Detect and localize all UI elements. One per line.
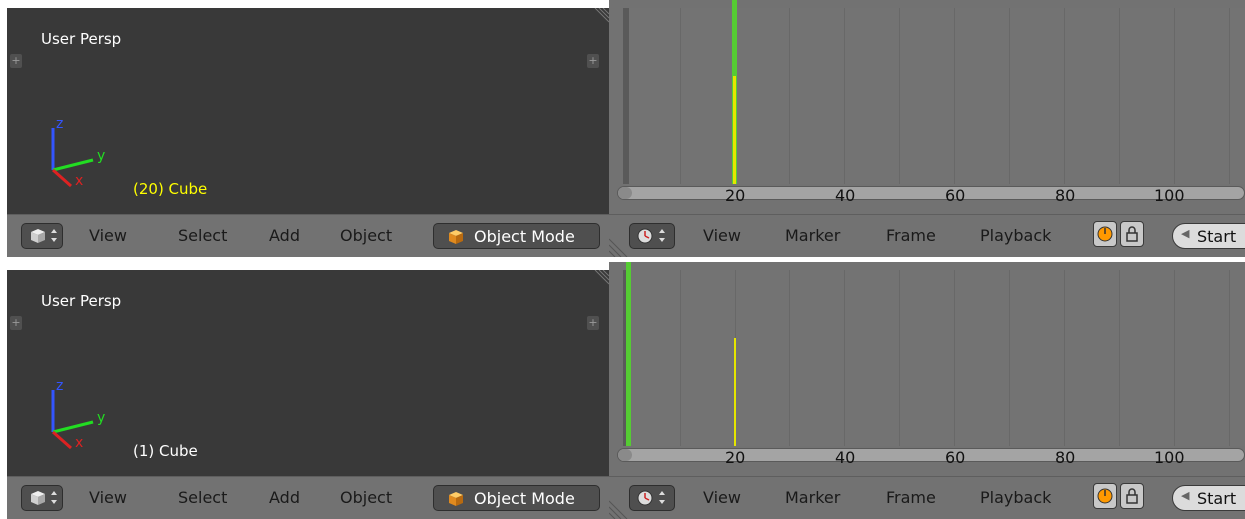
tick-label: 100 (1154, 448, 1185, 467)
timeline-menu-marker[interactable]: Marker (785, 488, 840, 507)
area-join-handle[interactable] (609, 235, 631, 257)
area-split-handle[interactable] (591, 270, 609, 288)
decrement-arrow-icon[interactable]: ◀ (1181, 489, 1189, 502)
start-frame-field[interactable]: ◀ Start (1172, 223, 1245, 249)
tick-label: 80 (1055, 186, 1076, 205)
lock-icon (1126, 488, 1138, 504)
object-mode-dropdown[interactable]: Object Mode (433, 485, 600, 511)
menu-add[interactable]: Add (269, 226, 300, 245)
timeline-editor-type-button[interactable] (629, 223, 675, 249)
clock-icon (637, 228, 665, 244)
autokey-toggle[interactable] (1093, 483, 1117, 509)
keyframe-marker (734, 338, 736, 446)
timeline-header: View Marker Frame Playback ◀ Start (609, 476, 1245, 519)
viewport-header: View Select Add Object Object Mode (7, 214, 609, 257)
timeline-area[interactable] (623, 262, 1245, 446)
menu-select[interactable]: Select (178, 226, 227, 245)
autokey-toggle[interactable] (1093, 221, 1117, 247)
timeline-editor[interactable]: 20 40 60 80 100 View Marker Frame Playba… (609, 262, 1245, 519)
object-mode-label: Object Mode (474, 489, 575, 508)
menu-view[interactable]: View (89, 488, 127, 507)
area-join-handle[interactable] (609, 497, 631, 519)
tool-shelf-expand-button[interactable]: + (10, 316, 22, 330)
timeline-menu-view[interactable]: View (703, 226, 741, 245)
active-object-label: (20) Cube (133, 180, 208, 198)
timeline-menu-playback[interactable]: Playback (980, 226, 1051, 245)
start-frame-label: Start (1197, 227, 1237, 246)
axis-z-label: z (56, 378, 63, 394)
keyframe-marker (733, 76, 736, 184)
view-perspective-label: User Persp (41, 292, 122, 310)
axis-gizmo-icon: z y x (51, 116, 105, 189)
record-clock-icon (1097, 226, 1113, 242)
record-clock-icon (1097, 488, 1113, 504)
tick-label: 40 (835, 186, 856, 205)
axis-z-label: z (56, 116, 63, 132)
menu-object[interactable]: Object (340, 488, 392, 507)
object-cube-icon (449, 230, 463, 244)
timeline-menu-frame[interactable]: Frame (886, 488, 936, 507)
timeline-menu-view[interactable]: View (703, 488, 741, 507)
timeline-scrollbar[interactable] (617, 448, 1245, 462)
active-object-label: (1) Cube (133, 442, 198, 460)
tick-label: 20 (725, 186, 746, 205)
view-perspective-label: User Persp (41, 30, 122, 48)
axis-x-label: x (75, 173, 83, 189)
lock-icon (1126, 226, 1138, 242)
tool-shelf-expand-button[interactable]: + (10, 54, 22, 68)
viewport-header: View Select Add Object Object Mode (7, 476, 609, 519)
object-cube-icon (449, 492, 463, 506)
timeline-header: View Marker Frame Playback ◀ Start (609, 214, 1245, 257)
menu-add[interactable]: Add (269, 488, 300, 507)
timeline-editor-type-button[interactable] (629, 485, 675, 511)
tick-label: 40 (835, 448, 856, 467)
area-split-handle[interactable] (591, 8, 609, 26)
menu-view[interactable]: View (89, 226, 127, 245)
start-frame-field[interactable]: ◀ Start (1172, 485, 1245, 511)
editor-type-button[interactable] (21, 485, 63, 511)
timeline-scrollbar[interactable] (617, 186, 1245, 200)
tick-label: 60 (945, 186, 966, 205)
bottom-editor-row: User Persp + + z y x (1) Cube View Selec… (0, 262, 1245, 519)
tick-label: 20 (725, 448, 746, 467)
editor-type-button[interactable] (21, 223, 63, 249)
object-mode-dropdown[interactable]: Object Mode (433, 223, 600, 249)
timeline-menu-marker[interactable]: Marker (785, 226, 840, 245)
3d-viewport[interactable]: User Persp + + z y x (1) Cube (7, 270, 609, 476)
timeline-area[interactable] (623, 0, 1245, 184)
axis-y-label: y (97, 410, 105, 426)
axis-gizmo-icon: z y x (51, 378, 105, 451)
menu-select[interactable]: Select (178, 488, 227, 507)
tick-label: 60 (945, 448, 966, 467)
lock-toggle[interactable] (1120, 483, 1144, 509)
timeline-menu-frame[interactable]: Frame (886, 226, 936, 245)
playhead-line[interactable] (626, 262, 631, 446)
tick-label: 80 (1055, 448, 1076, 467)
object-mode-label: Object Mode (474, 227, 575, 246)
decrement-arrow-icon[interactable]: ◀ (1181, 227, 1189, 240)
axis-x-label: x (75, 435, 83, 451)
3d-viewport[interactable]: User Persp + + z y x (20) Cube (7, 8, 609, 214)
axis-y-label: y (97, 148, 105, 164)
properties-expand-button[interactable]: + (587, 316, 599, 330)
menu-object[interactable]: Object (340, 226, 392, 245)
clock-icon (637, 490, 665, 506)
tick-label: 100 (1154, 186, 1185, 205)
cube-editor-icon (31, 229, 57, 243)
properties-expand-button[interactable]: + (587, 54, 599, 68)
top-editor-row: User Persp + + z y x (20) Cube View Sele… (0, 0, 1245, 257)
start-frame-label: Start (1197, 489, 1237, 508)
lock-toggle[interactable] (1120, 221, 1144, 247)
timeline-menu-playback[interactable]: Playback (980, 488, 1051, 507)
timeline-editor[interactable]: 20 40 60 80 100 View Marker Frame Playba… (609, 0, 1245, 257)
cube-editor-icon (31, 491, 57, 505)
